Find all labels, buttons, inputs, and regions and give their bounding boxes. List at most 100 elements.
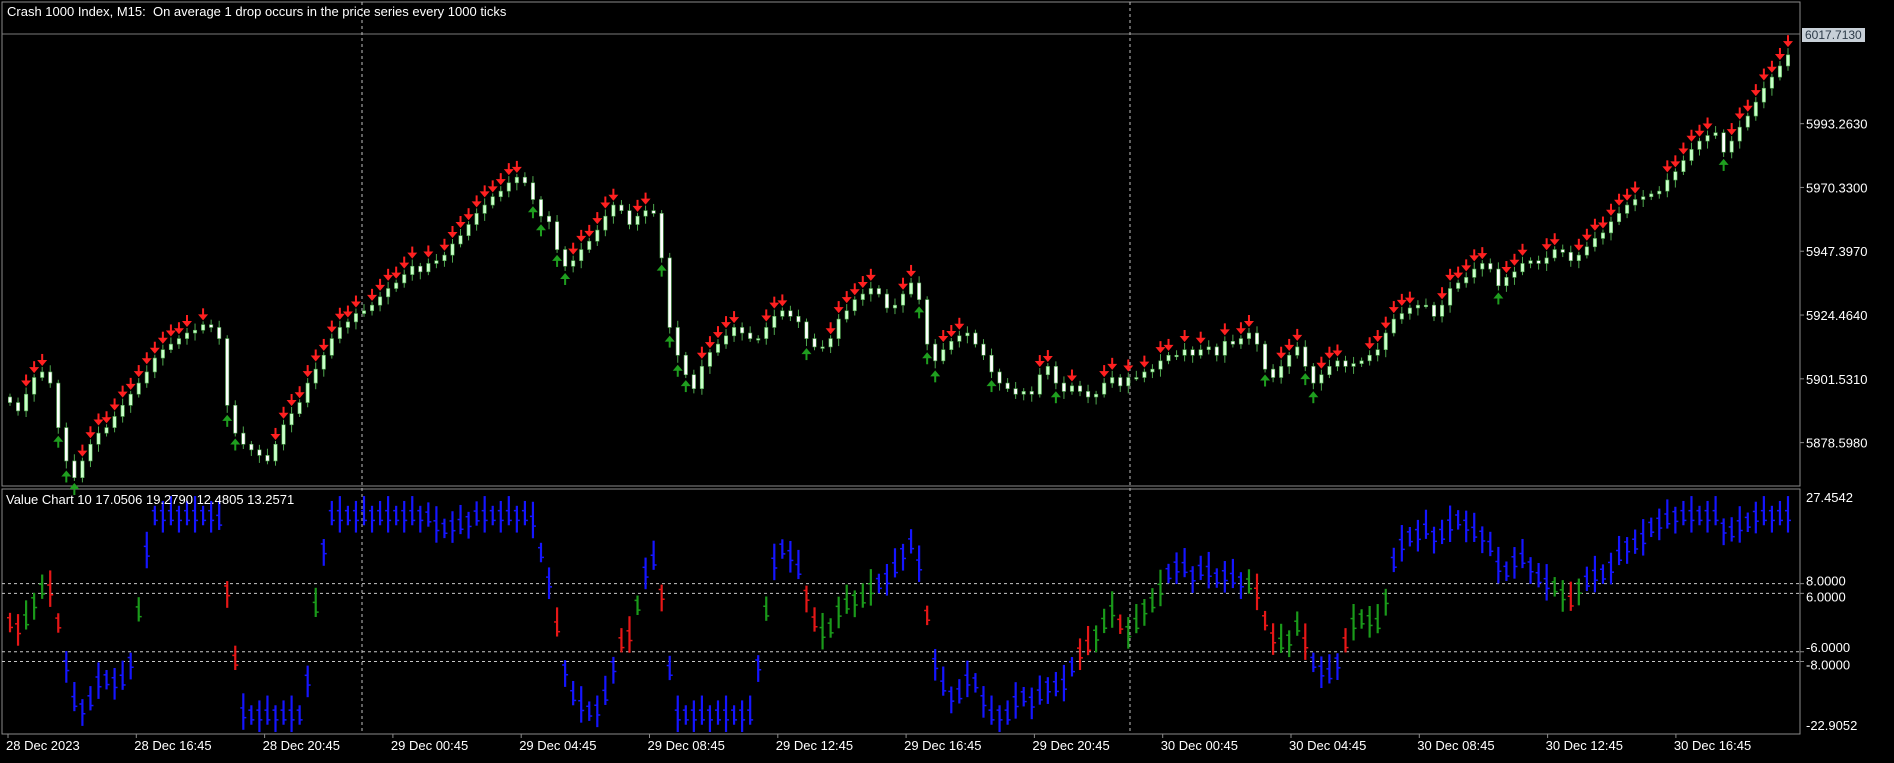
- down-arrow-icon: [423, 245, 434, 258]
- candle-body: [699, 366, 704, 389]
- candle-body: [64, 427, 69, 462]
- down-arrow-icon: [946, 325, 957, 338]
- value-chart-bar: [119, 660, 126, 690]
- value-chart-bar: [352, 500, 359, 533]
- down-arrow-icon: [1662, 160, 1673, 173]
- value-chart-bar: [908, 529, 915, 554]
- down-arrow-icon: [712, 326, 723, 339]
- candle-body: [1769, 76, 1774, 89]
- signal-arrows: [21, 35, 1793, 495]
- down-arrow-icon: [1380, 316, 1391, 329]
- value-chart-bar: [23, 600, 30, 630]
- value-chart-bar: [449, 511, 456, 543]
- down-arrow-icon: [1469, 249, 1480, 262]
- down-arrow-icon: [1702, 117, 1713, 130]
- candle-body: [490, 196, 495, 206]
- value-chart-bar: [1680, 500, 1687, 526]
- candle-body: [410, 265, 415, 275]
- value-chart-bar: [336, 496, 343, 533]
- value-chart-bar: [1245, 569, 1252, 594]
- value-chart-bar: [489, 505, 496, 526]
- candle-body: [88, 443, 93, 462]
- chart-canvas[interactable]: 5993.2630 5970.3300 5947.3970 5924.4640 5901…: [0, 0, 1894, 758]
- value-chart-bar: [1085, 625, 1092, 656]
- value-chart-bar: [377, 500, 384, 526]
- candle-body: [571, 260, 576, 267]
- candle-body: [1061, 382, 1066, 392]
- value-chart-bar: [280, 700, 287, 725]
- down-arrow-icon: [1219, 323, 1230, 336]
- candle-body: [1504, 277, 1509, 287]
- candle-body: [868, 288, 873, 295]
- candle-body: [1110, 377, 1115, 384]
- down-arrow-icon: [21, 374, 32, 387]
- down-arrow-icon: [278, 406, 289, 419]
- candle-body: [1086, 391, 1091, 398]
- value-chart-bar: [328, 500, 335, 526]
- value-chart-bar: [811, 607, 818, 632]
- candle-body: [941, 349, 946, 362]
- value-chart-bar: [31, 592, 38, 620]
- candle-body: [1029, 391, 1034, 395]
- candle-body: [1633, 199, 1638, 206]
- candle-body: [1786, 54, 1791, 67]
- value-chart-bar: [1648, 517, 1655, 538]
- candle-body: [1222, 341, 1227, 356]
- candle-body: [48, 371, 53, 384]
- price-axis-label: 5993.2630: [1806, 117, 1867, 132]
- price-axis-label: 5970.3300: [1806, 180, 1867, 195]
- value-chart-bar: [103, 669, 110, 690]
- value-chart-bar: [175, 505, 182, 533]
- down-arrow-icon: [1099, 365, 1110, 378]
- candle-body: [498, 190, 503, 198]
- value-chart-bar: [1736, 506, 1743, 543]
- price-axis-label: 5878.5980: [1806, 436, 1867, 451]
- indicator-pane-frame: [1, 488, 1801, 735]
- down-arrow-icon: [503, 163, 514, 176]
- value-chart-bar: [1004, 700, 1011, 725]
- up-arrow-icon: [930, 370, 941, 383]
- candle-body: [233, 405, 238, 434]
- down-arrow-icon: [769, 296, 780, 309]
- value-chart-bar: [867, 569, 874, 606]
- value-chart-bar: [1471, 512, 1478, 542]
- candle-body: [160, 349, 165, 359]
- period-separators: [361, 2, 1131, 734]
- value-chart-bar: [1591, 555, 1598, 593]
- down-arrow-icon: [906, 264, 917, 277]
- down-arrow-icon: [584, 224, 595, 237]
- candle-body: [1745, 115, 1750, 128]
- down-arrow-icon: [165, 324, 176, 337]
- down-arrow-icon: [632, 199, 643, 212]
- value-chart-bar: [1390, 547, 1397, 573]
- candle-body: [1407, 307, 1412, 314]
- indicator-level-label: -8.0000: [1806, 657, 1850, 672]
- indicator-axis-bottom-label: -22.9052: [1806, 718, 1857, 733]
- value-chart-bar: [1093, 625, 1100, 653]
- value-chart-bar: [272, 705, 279, 733]
- down-arrow-icon: [1606, 203, 1617, 216]
- candle-body: [1464, 277, 1469, 284]
- down-arrow-icon: [29, 361, 40, 374]
- value-chart-bar: [843, 584, 850, 614]
- up-arrow-icon: [222, 414, 233, 427]
- candle-body: [144, 371, 149, 384]
- value-chart-bar: [602, 675, 609, 705]
- down-arrow-icon: [1734, 107, 1745, 120]
- candle-body: [1343, 360, 1348, 367]
- value-chart-bar: [578, 686, 585, 723]
- down-arrow-icon: [1686, 129, 1697, 142]
- value-chart-bar: [200, 505, 207, 526]
- value-chart-bar: [747, 695, 754, 725]
- value-chart-bar: [1374, 604, 1381, 634]
- chart-window[interactable]: 5993.2630 5970.3300 5947.3970 5924.4640 5901…: [0, 0, 1894, 758]
- value-chart-bar: [626, 616, 633, 653]
- down-arrow-icon: [833, 301, 844, 314]
- down-arrow-icon: [1332, 344, 1343, 357]
- candle-body: [217, 327, 222, 339]
- down-arrow-icon: [1694, 124, 1705, 137]
- value-chart-bar: [1173, 552, 1180, 585]
- value-chart-bar: [827, 618, 834, 638]
- candle-body: [1729, 140, 1734, 153]
- candle-body: [1190, 349, 1195, 356]
